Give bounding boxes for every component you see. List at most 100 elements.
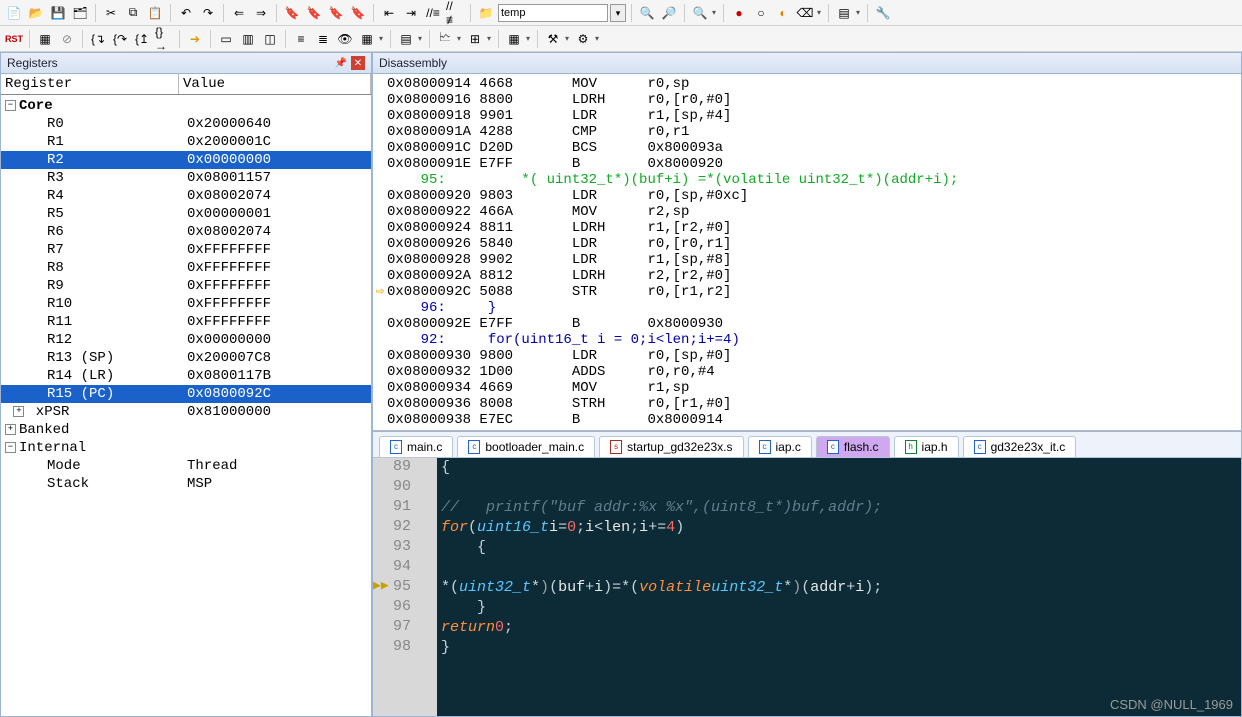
serial-dropdown-icon[interactable]: ▾	[418, 34, 424, 43]
register-row[interactable]: StackMSP	[1, 475, 371, 493]
debug-settings-icon[interactable]: ⚙	[573, 29, 593, 49]
editor-line[interactable]: // printf("buf addr:%x %x",(uint8_t*)buf…	[441, 498, 1241, 518]
disasm-line[interactable]: 0x08000934 4669 MOV r1,sp	[373, 380, 1241, 396]
editor-gutter[interactable]	[373, 558, 393, 578]
register-row[interactable]: + xPSR0x81000000	[1, 403, 371, 421]
trace-dropdown-icon[interactable]: ▾	[487, 34, 493, 43]
editor-line[interactable]: for(uint16_t i = 0;i<len;i+=4)	[441, 518, 1241, 538]
run-to-line-icon[interactable]: {}→	[154, 29, 174, 49]
editor-gutter[interactable]	[373, 478, 393, 498]
register-row[interactable]: R110xFFFFFFFF	[1, 313, 371, 331]
comment-icon[interactable]: //≡	[423, 3, 443, 23]
tab-gd32e23x-it-c[interactable]: cgd32e23x_it.c	[963, 436, 1077, 457]
save-all-icon[interactable]: 🗂	[70, 3, 90, 23]
register-row[interactable]: R15 (PC)0x0800092C	[1, 385, 371, 403]
cut-icon[interactable]: ✂	[101, 3, 121, 23]
disasm-line[interactable]: 0x08000936 8008 STRH r0,[r1,#0]	[373, 396, 1241, 412]
save-icon[interactable]: 💾	[48, 3, 68, 23]
debug-settings-dropdown-icon[interactable]: ▾	[595, 34, 601, 43]
register-row[interactable]: R50x00000001	[1, 205, 371, 223]
disasm-line[interactable]: 95: *( uint32_t*)(buf+i) =*(volatile uin…	[373, 172, 1241, 188]
register-row[interactable]: R70xFFFFFFFF	[1, 241, 371, 259]
register-group[interactable]: −Internal	[1, 439, 371, 457]
editor-gutter[interactable]	[373, 638, 393, 658]
register-row[interactable]: R00x20000640	[1, 115, 371, 133]
disasm-line[interactable]: 0x08000918 9901 LDR r1,[sp,#4]	[373, 108, 1241, 124]
editor-line[interactable]: {	[441, 458, 1241, 478]
toolbox-dropdown-icon[interactable]: ▾	[565, 34, 571, 43]
disasm-line[interactable]: 0x08000928 9902 LDR r1,[sp,#8]	[373, 252, 1241, 268]
breakpoint-remove-icon[interactable]: ○	[751, 3, 771, 23]
tab-startup-gd32e23x-s[interactable]: sstartup_gd32e23x.s	[599, 436, 743, 457]
tab-main-c[interactable]: cmain.c	[379, 436, 453, 457]
registers-close-icon[interactable]: ✕	[351, 56, 365, 70]
registers-window-icon[interactable]: ≡	[291, 29, 311, 49]
disassembly-list[interactable]: 0x08000914 4668 MOV r0,sp 0x08000916 880…	[373, 74, 1241, 430]
disasm-line[interactable]: 0x08000914 4668 MOV r0,sp	[373, 76, 1241, 92]
paste-icon[interactable]: 📋	[145, 3, 165, 23]
editor-gutter[interactable]: ▶▶	[373, 578, 393, 598]
register-row[interactable]: R100xFFFFFFFF	[1, 295, 371, 313]
register-group[interactable]: +Banked	[1, 421, 371, 439]
undo-icon[interactable]: ↶	[176, 3, 196, 23]
tab-iap-h[interactable]: hiap.h	[894, 436, 959, 457]
register-row[interactable]: R20x00000000	[1, 151, 371, 169]
register-row[interactable]: R40x08002074	[1, 187, 371, 205]
indent-right-icon[interactable]: ⇥	[401, 3, 421, 23]
config-icon[interactable]: 🔧	[873, 3, 893, 23]
reset-icon[interactable]: RST	[4, 29, 24, 49]
register-row[interactable]: R13 (SP)0x200007C8	[1, 349, 371, 367]
toolbox-icon[interactable]: ⚒	[543, 29, 563, 49]
breakpoint-dropdown-icon[interactable]: ▾	[817, 8, 823, 17]
register-row[interactable]: R30x08001157	[1, 169, 371, 187]
stop-icon[interactable]: ⊘	[57, 29, 77, 49]
disasm-line[interactable]: ⇨0x0800092C 5088 STR r0,[r1,r2]	[373, 284, 1241, 300]
disasm-line[interactable]: 0x0800091A 4288 CMP r0,r1	[373, 124, 1241, 140]
trace-window-icon[interactable]: ⊞	[465, 29, 485, 49]
disasm-line[interactable]: 0x0800092E E7FF B 0x8000930	[373, 316, 1241, 332]
copy-icon[interactable]: ⧉	[123, 3, 143, 23]
uncomment-icon[interactable]: //≢	[445, 3, 465, 23]
register-row[interactable]: R10x2000001C	[1, 133, 371, 151]
register-row[interactable]: R14 (LR)0x0800117B	[1, 367, 371, 385]
disasm-line[interactable]: 0x0800091C D20D BCS 0x800093a	[373, 140, 1241, 156]
window-layout-icon[interactable]: ▤	[834, 3, 854, 23]
registers-pin-icon[interactable]: 📌	[334, 56, 348, 70]
register-row[interactable]: R80xFFFFFFFF	[1, 259, 371, 277]
serial-window-icon[interactable]: ▤	[396, 29, 416, 49]
show-next-icon[interactable]: ➔	[185, 29, 205, 49]
debug-start-dropdown-icon[interactable]: ▾	[712, 8, 718, 17]
disasm-line[interactable]: 0x08000938 E7EC B 0x8000914	[373, 412, 1241, 428]
step-out-icon[interactable]: {↥	[132, 29, 152, 49]
register-row[interactable]: R60x08002074	[1, 223, 371, 241]
registers-col-name[interactable]: Register	[1, 74, 179, 94]
disasm-window-icon[interactable]: ▥	[238, 29, 258, 49]
breakpoint-kill-icon[interactable]: ⌫	[795, 3, 815, 23]
memory-dropdown-icon[interactable]: ▾	[379, 34, 385, 43]
watch-window-icon[interactable]: 👁	[335, 29, 355, 49]
editor-line[interactable]	[441, 558, 1241, 578]
indent-left-icon[interactable]: ⇤	[379, 3, 399, 23]
editor-line[interactable]: *( uint32_t*)(buf+i) =*(volatile uint32_…	[441, 578, 1241, 598]
disasm-line[interactable]: 0x08000926 5840 LDR r0,[r0,r1]	[373, 236, 1241, 252]
system-viewer-dropdown-icon[interactable]: ▾	[526, 34, 532, 43]
find-in-files-icon[interactable]: 🔎	[659, 3, 679, 23]
registers-tree[interactable]: −Core R00x20000640 R10x2000001C R20x0000…	[1, 95, 371, 495]
breakpoint-disable-icon[interactable]: ◐	[773, 3, 793, 23]
editor-gutter[interactable]	[373, 498, 393, 518]
editor-line[interactable]: {	[441, 538, 1241, 558]
memory-window-icon[interactable]: ▦	[357, 29, 377, 49]
editor-gutter[interactable]	[373, 618, 393, 638]
new-file-icon[interactable]: 📄	[4, 3, 24, 23]
window-layout-dropdown-icon[interactable]: ▾	[856, 8, 862, 17]
editor-gutter[interactable]	[373, 598, 393, 618]
debug-start-icon[interactable]: 🔍	[690, 3, 710, 23]
editor-gutter[interactable]	[373, 538, 393, 558]
system-viewer-icon[interactable]: ▦	[504, 29, 524, 49]
symbol-window-icon[interactable]: ◫	[260, 29, 280, 49]
disasm-line[interactable]: 0x08000930 9800 LDR r0,[sp,#0]	[373, 348, 1241, 364]
disasm-line[interactable]: 0x08000916 8800 LDRH r0,[r0,#0]	[373, 92, 1241, 108]
analysis-dropdown-icon[interactable]: ▾	[457, 34, 463, 43]
registers-col-value[interactable]: Value	[179, 74, 371, 94]
tab-flash-c[interactable]: cflash.c	[816, 436, 890, 457]
